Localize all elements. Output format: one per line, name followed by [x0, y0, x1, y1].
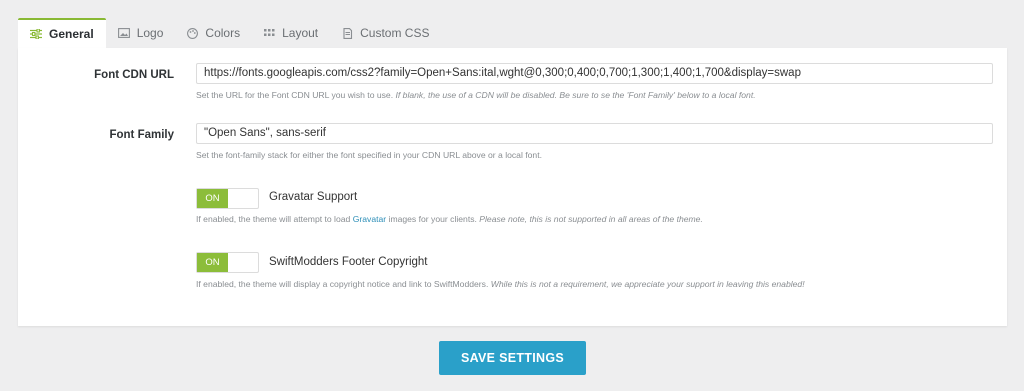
footer-copyright-toggle-on: ON [197, 253, 228, 272]
gravatar-help-note: Please note, this is not supported in al… [479, 214, 703, 224]
footer-copyright-label: SwiftModders Footer Copyright [269, 256, 428, 268]
font-cdn-url-help-text: Set the URL for the Font CDN URL you wis… [196, 90, 394, 100]
footer-copyright-help-text: If enabled, the theme will display a cop… [196, 279, 489, 289]
tab-custom-css[interactable]: Custom CSS [330, 18, 441, 48]
code-file-icon [342, 27, 353, 39]
font-cdn-url-help-note: If blank, the use of a CDN will be disab… [395, 90, 756, 100]
palette-icon [187, 27, 199, 39]
tab-colors-label: Colors [205, 26, 241, 40]
gravatar-toggle-on: ON [197, 189, 228, 208]
footer-copyright-toggle[interactable]: ON [196, 252, 259, 273]
tab-general[interactable]: General [18, 18, 106, 48]
tab-logo-label: Logo [136, 26, 164, 40]
sliders-icon [30, 29, 42, 39]
gravatar-label: Gravatar Support [269, 191, 358, 203]
gravatar-help: If enabled, the theme will attempt to lo… [196, 214, 703, 224]
gravatar-toggle[interactable]: ON [196, 188, 259, 209]
tab-custom-css-label: Custom CSS [360, 26, 430, 40]
image-icon [117, 28, 130, 38]
tab-logo[interactable]: Logo [106, 18, 176, 48]
font-cdn-url-label: Font CDN URL [94, 69, 174, 81]
footer-copyright-help: If enabled, the theme will display a cop… [196, 279, 805, 289]
tab-general-label: General [49, 27, 94, 41]
grid-icon [264, 29, 275, 37]
settings-panel: Font CDN URL https://fonts.googleapis.co… [18, 48, 1007, 326]
font-family-input[interactable]: "Open Sans", sans-serif [196, 123, 993, 144]
tab-colors[interactable]: Colors [175, 18, 252, 48]
font-family-label: Font Family [109, 129, 174, 141]
font-cdn-url-help: Set the URL for the Font CDN URL you wis… [196, 90, 756, 100]
gravatar-help-post: images for your clients. [388, 214, 477, 224]
font-family-help: Set the font-family stack for either the… [196, 150, 542, 160]
settings-tabs: General Logo Colors Layout Custom CSS [18, 18, 441, 48]
save-settings-button[interactable]: SAVE SETTINGS [439, 341, 586, 375]
gravatar-help-pre: If enabled, the theme will attempt to lo… [196, 214, 351, 224]
font-cdn-url-input[interactable]: https://fonts.googleapis.com/css2?family… [196, 63, 993, 84]
footer-copyright-help-note: While this is not a requirement, we appr… [490, 279, 805, 289]
gravatar-link[interactable]: Gravatar [353, 214, 386, 224]
tab-layout[interactable]: Layout [252, 18, 330, 48]
tab-layout-label: Layout [282, 26, 319, 40]
